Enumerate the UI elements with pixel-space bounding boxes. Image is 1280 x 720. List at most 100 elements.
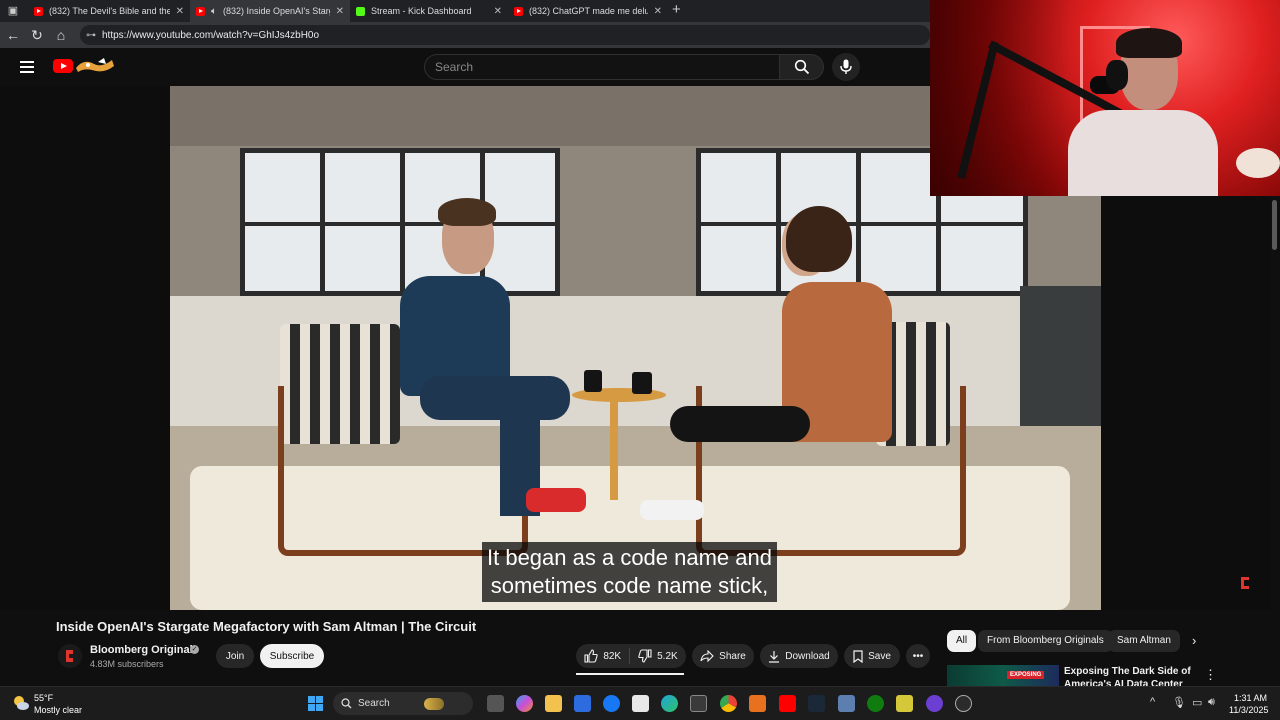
show-hidden-icons-chevron-icon[interactable]: ^ bbox=[1150, 696, 1155, 708]
related-video-thumbnail[interactable]: EXPOSING bbox=[947, 665, 1059, 686]
dislike-button[interactable]: 5.2K bbox=[638, 649, 678, 663]
clock-date[interactable]: 11/3/2025 bbox=[1229, 705, 1268, 715]
taskbar-search-box[interactable]: Search bbox=[333, 692, 473, 715]
task-view-icon[interactable] bbox=[487, 695, 504, 712]
reload-icon[interactable]: ↻ bbox=[28, 26, 46, 44]
share-button[interactable]: Share bbox=[692, 644, 754, 668]
search-button[interactable] bbox=[780, 54, 824, 80]
man-hair bbox=[438, 198, 496, 226]
download-label: Download bbox=[785, 650, 830, 662]
streamer-hair bbox=[1116, 28, 1182, 58]
save-button[interactable]: Save bbox=[844, 644, 900, 668]
tab-close-icon[interactable]: ✕ bbox=[654, 6, 662, 17]
new-tab-button[interactable]: + bbox=[672, 1, 681, 18]
facebook-icon[interactable] bbox=[603, 695, 620, 712]
taskbar-search-label: Search bbox=[358, 698, 390, 709]
volume-icon[interactable]: 🔊︎ bbox=[1208, 696, 1215, 709]
like-dislike-group: 82K 5.2K bbox=[576, 644, 686, 668]
youtube-taskbar-icon[interactable] bbox=[779, 695, 796, 712]
like-ratio-bar bbox=[576, 673, 684, 675]
tab-close-icon[interactable]: ✕ bbox=[336, 6, 344, 17]
share-icon bbox=[700, 650, 714, 662]
youtube-favicon-icon bbox=[34, 6, 43, 16]
download-button[interactable]: Download bbox=[760, 644, 838, 668]
settings-gear-icon[interactable] bbox=[955, 695, 972, 712]
chip-from-bloomberg-originals[interactable]: From Bloomberg Originals bbox=[978, 630, 1113, 652]
tab-close-icon[interactable]: ✕ bbox=[494, 6, 502, 17]
edge-icon[interactable] bbox=[661, 695, 678, 712]
youtube-doodle-icon[interactable] bbox=[74, 56, 116, 76]
woman-sneaker bbox=[640, 500, 704, 520]
file-explorer-icon[interactable] bbox=[545, 695, 562, 712]
youtube-logo-icon[interactable] bbox=[53, 59, 73, 73]
streamer-hoodie bbox=[1068, 110, 1218, 196]
page-scrollbar[interactable] bbox=[1270, 196, 1280, 686]
tab-actions-menu-icon[interactable]: ▣ bbox=[6, 4, 20, 18]
vlc-icon[interactable] bbox=[749, 695, 766, 712]
url-text[interactable]: https://www.youtube.com/watch?v=GhIJs4zb… bbox=[102, 30, 319, 41]
verified-badge-icon: ✓ bbox=[190, 645, 199, 654]
weather-temperature[interactable]: 55°F bbox=[34, 693, 53, 703]
obs-icon[interactable] bbox=[926, 695, 943, 712]
search-input[interactable]: Search bbox=[424, 54, 780, 80]
app-icon[interactable] bbox=[838, 695, 855, 712]
like-count: 82K bbox=[603, 650, 622, 662]
browser-tab-3[interactable]: Stream - Kick Dashboard ✕ bbox=[350, 0, 508, 22]
tab-title: (832) Inside OpenAI's Stargate bbox=[223, 6, 330, 16]
subscribe-button[interactable]: Subscribe bbox=[260, 644, 324, 668]
dislike-count: 5.2K bbox=[657, 650, 678, 662]
chevron-right-icon[interactable]: › bbox=[1192, 633, 1196, 648]
steam-icon[interactable] bbox=[808, 695, 825, 712]
chrome-icon[interactable] bbox=[720, 695, 737, 712]
site-info-icon[interactable]: ⊶ bbox=[86, 30, 96, 41]
youtube-favicon-icon bbox=[196, 6, 205, 16]
windows-taskbar: 55°F Mostly clear Search ^ 🎙︎ ▭ 🔊︎ 1:31 … bbox=[0, 686, 1280, 720]
microsoft-store-icon[interactable] bbox=[574, 695, 591, 712]
man-sneaker bbox=[526, 488, 586, 512]
headphones bbox=[1106, 60, 1128, 90]
kick-favicon-icon bbox=[356, 6, 365, 16]
voice-search-button[interactable] bbox=[832, 53, 860, 81]
more-actions-icon: ••• bbox=[912, 650, 924, 662]
mug-right bbox=[632, 372, 652, 394]
search-icon bbox=[341, 698, 352, 709]
microphone-tray-icon[interactable]: 🎙︎ bbox=[1172, 696, 1186, 709]
like-button[interactable]: 82K bbox=[584, 649, 621, 663]
network-icon[interactable]: ▭ bbox=[1192, 696, 1202, 709]
share-label: Share bbox=[719, 650, 746, 662]
tab-close-icon[interactable]: ✕ bbox=[176, 6, 184, 17]
woman-hair bbox=[786, 206, 852, 272]
weather-description[interactable]: Mostly clear bbox=[34, 705, 82, 715]
side-table-leg bbox=[610, 400, 618, 500]
copilot-icon[interactable] bbox=[516, 695, 533, 712]
weather-moon-cloud-icon[interactable] bbox=[12, 694, 30, 712]
home-icon[interactable]: ⌂ bbox=[52, 26, 70, 44]
windows-start-icon[interactable] bbox=[307, 695, 324, 712]
channel-name[interactable]: Bloomberg Originals bbox=[90, 644, 199, 656]
amazon-icon[interactable] bbox=[632, 695, 649, 712]
calculator-icon[interactable] bbox=[690, 695, 707, 712]
browser-tab-4[interactable]: (832) ChatGPT made me delusion ✕ bbox=[508, 0, 668, 22]
clock-time[interactable]: 1:31 AM bbox=[1234, 693, 1267, 703]
window-transom bbox=[240, 222, 560, 226]
channel-avatar[interactable] bbox=[58, 644, 82, 668]
browser-tab-2[interactable]: 🔈︎ (832) Inside OpenAI's Stargate ✕ bbox=[190, 0, 350, 22]
video-captions: It began as a code name and sometimes co… bbox=[482, 542, 777, 602]
join-label: Join bbox=[225, 650, 245, 662]
chip-all[interactable]: All bbox=[947, 630, 977, 652]
join-button[interactable]: Join bbox=[216, 644, 254, 668]
address-bar[interactable]: ⊶ https://www.youtube.com/watch?v=GhIJs4… bbox=[80, 25, 930, 45]
back-arrow-icon[interactable]: ← bbox=[4, 26, 22, 44]
scrollbar-thumb[interactable] bbox=[1272, 200, 1277, 250]
subscribe-label: Subscribe bbox=[269, 650, 315, 662]
hamburger-menu-icon[interactable] bbox=[20, 61, 34, 73]
speaker-icon[interactable]: 🔈︎ bbox=[211, 6, 217, 17]
xbox-icon[interactable] bbox=[867, 695, 884, 712]
more-actions-button[interactable]: ••• bbox=[906, 644, 930, 668]
kebab-menu-icon[interactable]: ⋮ bbox=[1204, 667, 1217, 683]
man-legs bbox=[420, 376, 570, 420]
sticky-notes-icon[interactable] bbox=[896, 695, 913, 712]
browser-tab-1[interactable]: (832) The Devil's Bible and the Ne ✕ bbox=[28, 0, 190, 22]
chip-sam-altman[interactable]: Sam Altman bbox=[1108, 630, 1180, 652]
microphone-icon bbox=[840, 59, 852, 74]
